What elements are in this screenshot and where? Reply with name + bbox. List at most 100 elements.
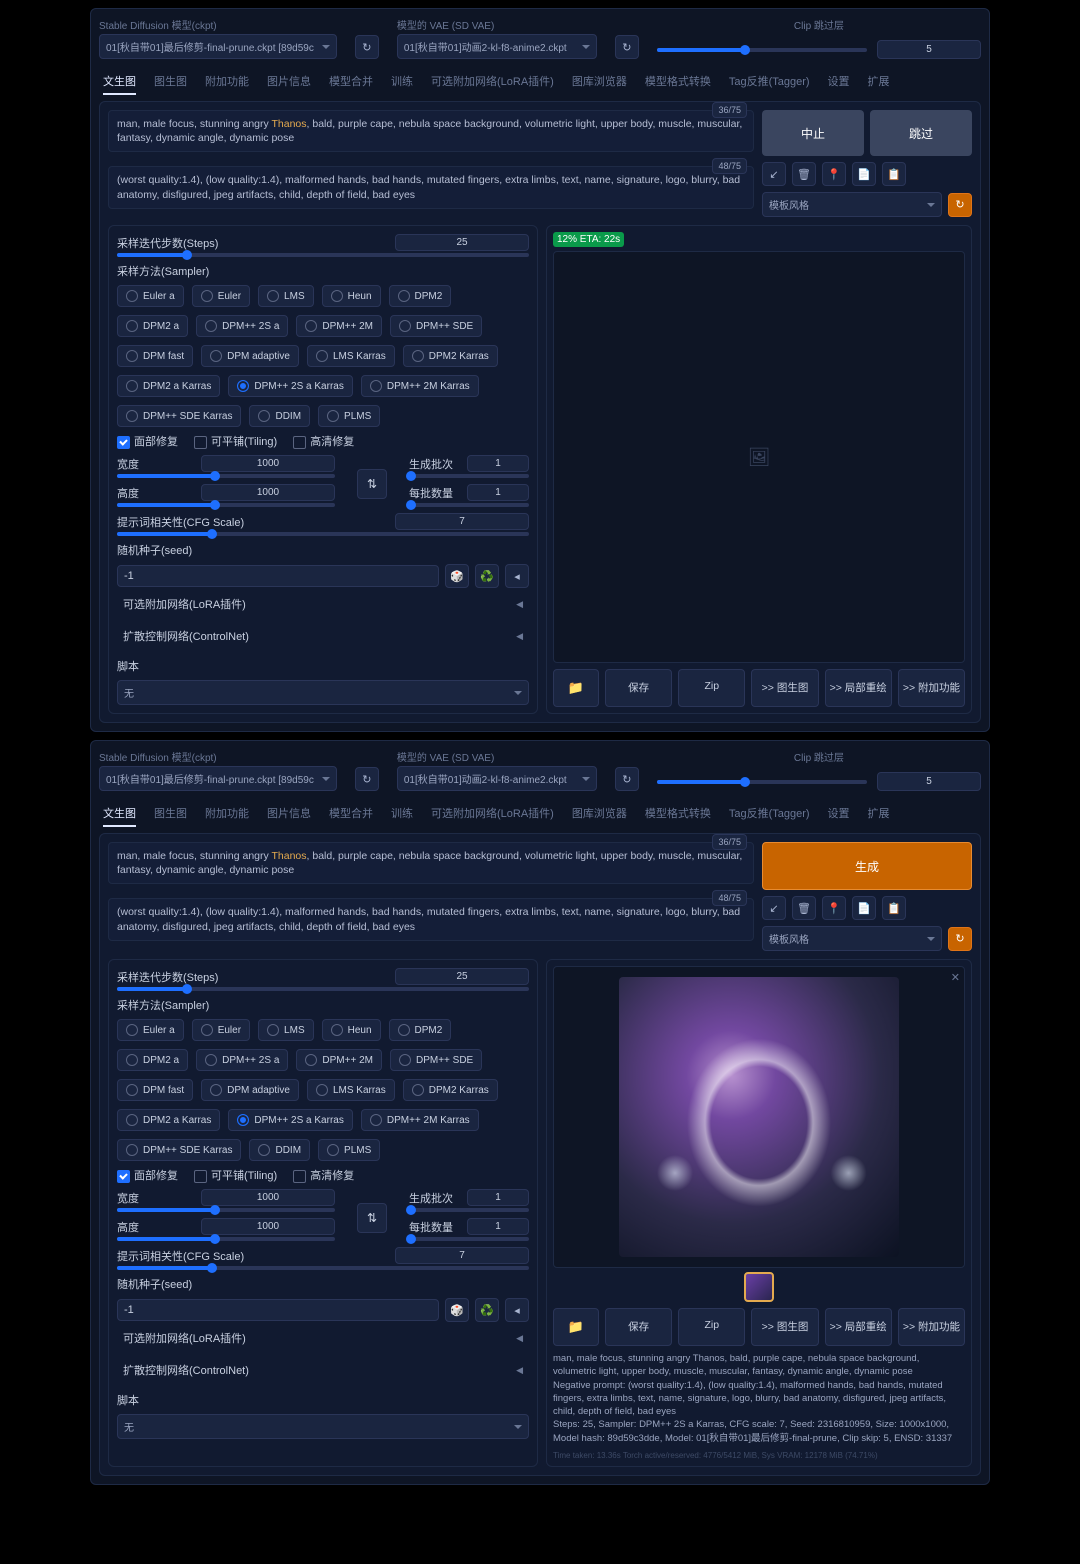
s2-13[interactable]: DPM2 a Karras: [117, 1109, 220, 1131]
negative-prompt-input[interactable]: 48/75 (worst quality:1.4), (low quality:…: [108, 166, 754, 208]
s2-3[interactable]: Heun: [322, 1019, 381, 1041]
generate-button[interactable]: 生成: [762, 842, 972, 890]
file-icon-2[interactable]: 📄: [852, 896, 876, 920]
tab-lora[interactable]: 可选附加网络(LoRA插件): [431, 73, 554, 95]
cfg-value-2[interactable]: 7: [395, 1247, 529, 1264]
sampler-dpm2ak[interactable]: DPM2 a Karras: [117, 375, 220, 397]
refresh-vae-icon[interactable]: ↻: [615, 35, 639, 59]
s2-1[interactable]: Euler: [192, 1019, 250, 1041]
tab-settings[interactable]: 设置: [828, 73, 850, 95]
sampler-ddim[interactable]: DDIM: [249, 405, 310, 427]
s2-7[interactable]: DPM++ 2M: [296, 1049, 382, 1071]
s2-2[interactable]: LMS: [258, 1019, 314, 1041]
dice-icon-2[interactable]: 🎲: [445, 1298, 469, 1322]
refresh-sd-icon-2[interactable]: ↻: [355, 767, 379, 791]
controlnet-accordion-2[interactable]: 扩散控制网络(ControlNet)◀: [117, 1354, 529, 1386]
tab-gallery[interactable]: 图库浏览器: [572, 73, 627, 95]
batch-count-value-2[interactable]: 1: [467, 1189, 529, 1206]
hires-check-2[interactable]: 高清修复: [293, 1167, 354, 1183]
sampler-dpmpp2mk[interactable]: DPM++ 2M Karras: [361, 375, 479, 397]
zip-button-2[interactable]: Zip: [678, 1308, 745, 1346]
script-select-2[interactable]: 无: [117, 1414, 529, 1439]
batch-size-slider[interactable]: [409, 503, 529, 507]
tab-convert-2[interactable]: 模型格式转换: [645, 805, 711, 827]
trash-icon[interactable]: 🗑: [792, 162, 816, 186]
cfg-slider-2[interactable]: [117, 1266, 529, 1270]
tab-tagger-2[interactable]: Tag反推(Tagger): [729, 805, 810, 827]
swap-wh-icon[interactable]: ⇅: [357, 469, 387, 499]
tab-txt2img[interactable]: 文生图: [103, 73, 136, 95]
batch-size-value-2[interactable]: 1: [467, 1218, 529, 1235]
sd-model-select[interactable]: 01[秋自带01]最后修剪-final-prune.ckpt [89d59c: [99, 34, 337, 59]
sampler-dpmpp2m[interactable]: DPM++ 2M: [296, 315, 382, 337]
hires-check[interactable]: 高清修复: [293, 433, 354, 449]
s2-9[interactable]: DPM fast: [117, 1079, 193, 1101]
vae-select[interactable]: 01[秋自带01]动画2-kl-f8-anime2.ckpt: [397, 34, 597, 59]
tab-pnginfo-2[interactable]: 图片信息: [267, 805, 311, 827]
skip-button[interactable]: 跳过: [870, 110, 972, 156]
prompt-input[interactable]: 36/75 man, male focus, stunning angry Th…: [108, 110, 754, 152]
s2-6[interactable]: DPM++ 2S a: [196, 1049, 288, 1071]
prompt-input-2[interactable]: 36/75 man, male focus, stunning angry Th…: [108, 842, 754, 884]
tab-train-2[interactable]: 训练: [391, 805, 413, 827]
cfg-value[interactable]: 7: [395, 513, 529, 530]
s2-17[interactable]: DDIM: [249, 1139, 310, 1161]
script-select[interactable]: 无: [117, 680, 529, 705]
width-value[interactable]: 1000: [201, 455, 335, 472]
vae-select-2[interactable]: 01[秋自带01]动画2-kl-f8-anime2.ckpt: [397, 766, 597, 791]
clip-value-2[interactable]: 5: [877, 772, 981, 791]
refresh-vae-icon-2[interactable]: ↻: [615, 767, 639, 791]
style-select[interactable]: 模板风格: [762, 192, 942, 217]
sampler-dpmpp2sak[interactable]: DPM++ 2S a Karras: [228, 375, 352, 397]
sampler-dpmadapt[interactable]: DPM adaptive: [201, 345, 299, 367]
send-inpaint-button[interactable]: >> 局部重绘: [825, 669, 892, 707]
sampler-dpmppsde[interactable]: DPM++ SDE: [390, 315, 482, 337]
file-icon[interactable]: 📄: [852, 162, 876, 186]
result-image[interactable]: ✕: [553, 966, 965, 1268]
pin-icon-2[interactable]: 📍: [822, 896, 846, 920]
batch-count-value[interactable]: 1: [467, 455, 529, 472]
tab-img2img[interactable]: 图生图: [154, 73, 187, 95]
tab-settings-2[interactable]: 设置: [828, 805, 850, 827]
sampler-euler-a[interactable]: Euler a: [117, 285, 184, 307]
arrow-icon-2[interactable]: ↙: [762, 896, 786, 920]
face-restore-check[interactable]: 面部修复: [117, 433, 178, 449]
sd-model-select-2[interactable]: 01[秋自带01]最后修剪-final-prune.ckpt [89d59c: [99, 766, 337, 791]
sampler-dpmfast[interactable]: DPM fast: [117, 345, 193, 367]
sampler-euler[interactable]: Euler: [192, 285, 250, 307]
style-select-2[interactable]: 模板风格: [762, 926, 942, 951]
height-slider-2[interactable]: [117, 1237, 335, 1241]
refresh-sd-icon[interactable]: ↻: [355, 35, 379, 59]
seed-expand-icon[interactable]: ◂: [505, 564, 529, 588]
zip-button[interactable]: Zip: [678, 669, 745, 707]
tab-merge-2[interactable]: 模型合并: [329, 805, 373, 827]
width-value-2[interactable]: 1000: [201, 1189, 335, 1206]
arrow-icon[interactable]: ↙: [762, 162, 786, 186]
dice-icon[interactable]: 🎲: [445, 564, 469, 588]
tiling-check-2[interactable]: 可平铺(Tiling): [194, 1167, 277, 1183]
tab-convert[interactable]: 模型格式转换: [645, 73, 711, 95]
batch-size-slider-2[interactable]: [409, 1237, 529, 1241]
batch-size-value[interactable]: 1: [467, 484, 529, 501]
recycle-icon-2[interactable]: ♻️: [475, 1298, 499, 1322]
close-icon[interactable]: ✕: [951, 971, 960, 984]
send-img2img-button[interactable]: >> 图生图: [751, 669, 818, 707]
s2-12[interactable]: DPM2 Karras: [403, 1079, 498, 1101]
tab-train[interactable]: 训练: [391, 73, 413, 95]
folder-button-2[interactable]: 📁: [553, 1308, 599, 1346]
trash-icon-2[interactable]: 🗑: [792, 896, 816, 920]
sampler-heun[interactable]: Heun: [322, 285, 381, 307]
steps-slider[interactable]: [117, 253, 529, 257]
height-slider[interactable]: [117, 503, 335, 507]
width-slider-2[interactable]: [117, 1208, 335, 1212]
send-extras-button-2[interactable]: >> 附加功能: [898, 1308, 965, 1346]
tab-extras-2[interactable]: 附加功能: [205, 805, 249, 827]
tab-gallery-2[interactable]: 图库浏览器: [572, 805, 627, 827]
tab-tagger[interactable]: Tag反推(Tagger): [729, 73, 810, 95]
refresh-style-icon-2[interactable]: ↻: [948, 927, 972, 951]
height-value-2[interactable]: 1000: [201, 1218, 335, 1235]
tab-extras[interactable]: 附加功能: [205, 73, 249, 95]
sampler-dpm2k[interactable]: DPM2 Karras: [403, 345, 498, 367]
s2-11[interactable]: LMS Karras: [307, 1079, 395, 1101]
s2-15[interactable]: DPM++ 2M Karras: [361, 1109, 479, 1131]
